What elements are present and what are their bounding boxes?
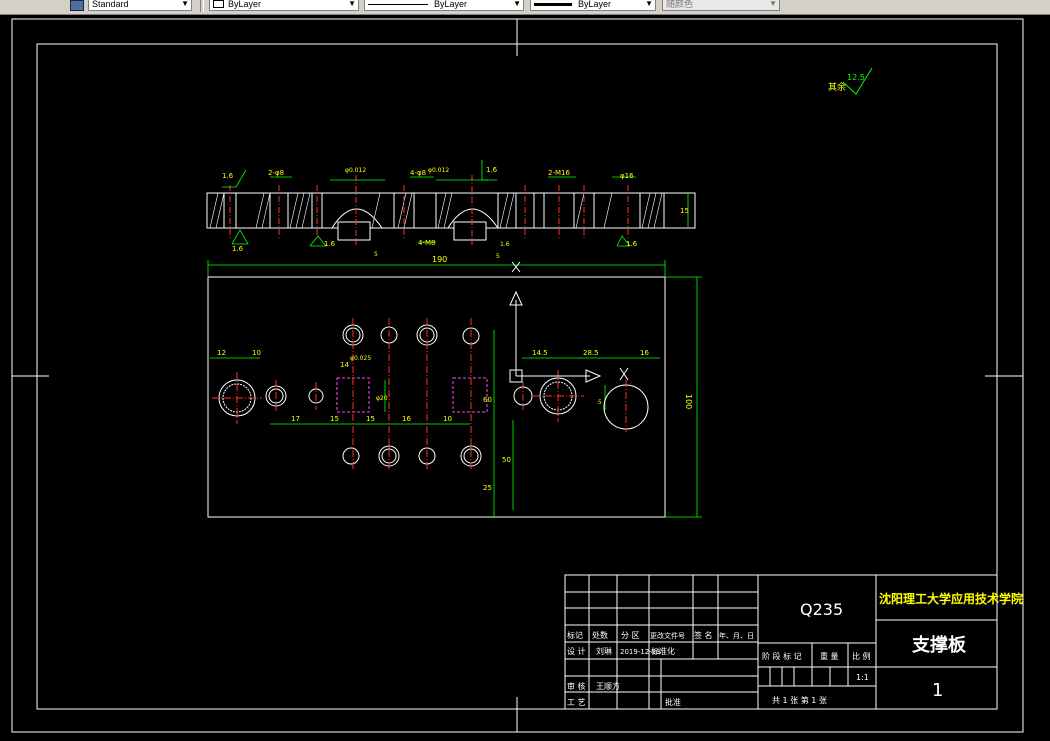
- lineweight-value: ByLayer: [578, 0, 612, 9]
- dim-15-b: 15: [366, 415, 375, 423]
- scale-value: 1:1: [856, 673, 869, 682]
- dim-60: 60: [483, 396, 492, 404]
- drawing-canvas[interactable]: 其余 12.5 1.6 2-φ8 φ0.012 4-φ8 φ0.012 1.6 …: [0, 15, 1050, 737]
- section-roughness-far-right: 1.6: [626, 240, 638, 248]
- approve-label: 批准: [665, 697, 681, 707]
- pocket-left: [337, 221, 371, 241]
- sheets-text: 共 1 张 第 1 张: [772, 695, 827, 705]
- pocket-right: [453, 221, 487, 241]
- section-label-2phi8: 2-φ8: [268, 169, 284, 177]
- toolbar-separator: [200, 0, 204, 12]
- section-roughness-top: 1.6: [486, 166, 498, 174]
- text-style-select[interactable]: Standard ▼: [88, 0, 192, 11]
- process-label: 工 艺: [567, 698, 586, 707]
- dim-10-left: 10: [252, 349, 261, 357]
- hole-bottom-1: [342, 447, 360, 465]
- roughness-rest-symbol: 其余 12.5: [828, 67, 873, 95]
- section-tolerance-left: φ0.012: [345, 167, 366, 174]
- color-select[interactable]: ByLayer ▼: [209, 0, 359, 11]
- design-label: 设 计: [567, 646, 586, 656]
- col-zone: 分 区: [621, 631, 640, 640]
- section-tolerance-right: φ0.012: [428, 167, 449, 174]
- weight-label: 重 量: [820, 651, 839, 661]
- text-style-icon[interactable]: [70, 0, 84, 11]
- text-style-value: Standard: [92, 0, 129, 9]
- ucs-icon: [509, 261, 629, 383]
- dim-10: 10: [443, 415, 452, 423]
- dim-phi20: φ20: [376, 395, 388, 402]
- section-centerlines: [229, 175, 629, 245]
- dim-tolerance: φ0.025: [350, 355, 371, 362]
- material-text: Q235: [800, 600, 843, 619]
- plan-view: 190 100 12 10 14 φ0.025 14.5 28.5 16 17 …: [207, 255, 702, 518]
- section-roughness-label: 1.6: [222, 172, 234, 180]
- section-depth-right: 5: [496, 253, 500, 260]
- linetype-select[interactable]: ByLayer ▼: [364, 0, 524, 11]
- stage-label: 阶 段 标 记: [762, 651, 802, 661]
- col-sign: 签 名: [694, 630, 713, 640]
- scale-label: 比 例: [852, 651, 871, 661]
- plan-outline: [207, 276, 666, 518]
- section-depth-left: 5: [374, 251, 378, 258]
- dim-14: 14: [340, 361, 349, 369]
- plot-style-value: 随颜色: [666, 0, 694, 9]
- standardize-label: 标准化: [651, 646, 675, 656]
- dim-14-5: 14.5: [532, 349, 548, 357]
- section-view: 1.6 2-φ8 φ0.012 4-φ8 φ0.012 1.6 2-M16 φ1…: [206, 160, 696, 260]
- section-label-phi16: φ16: [620, 172, 634, 180]
- section-roughness-mid: 1.6: [324, 240, 336, 248]
- plot-style-select[interactable]: 随颜色 ▼: [662, 0, 780, 11]
- chevron-down-icon: ▼: [645, 0, 653, 8]
- drawing-number: 1: [932, 680, 943, 701]
- color-value: ByLayer: [228, 0, 262, 9]
- chevron-down-icon: ▼: [513, 0, 521, 8]
- pocket-plan-right: [452, 377, 488, 413]
- section-roughness-bottom: 1.6: [232, 245, 244, 253]
- section-edges: [223, 193, 665, 228]
- dim-28-5: 28.5: [583, 349, 599, 357]
- dim-overall-height: 100: [684, 394, 693, 409]
- dim-50: 50: [502, 456, 511, 464]
- dim-5: 5: [598, 399, 602, 406]
- section-label-4phi8: 4-φ8: [410, 169, 426, 177]
- designer-name: 刘琳: [596, 646, 612, 656]
- dim-12: 12: [217, 349, 226, 357]
- reviewer-name: 王顺方: [596, 681, 620, 691]
- section-roughness-right: 1.6: [500, 241, 510, 248]
- dim-overall-width: 190: [432, 255, 447, 264]
- dim-15-a: 15: [330, 415, 339, 423]
- dim-16-right: 16: [640, 349, 649, 357]
- dim-16: 16: [402, 415, 411, 423]
- lineweight-sample-icon: [534, 3, 572, 7]
- section-label-4m8: 4-M8: [418, 239, 435, 247]
- section-label-2m16: 2-M16: [548, 169, 570, 177]
- cad-drawing[interactable]: 其余 12.5 1.6 2-φ8 φ0.012 4-φ8 φ0.012 1.6 …: [0, 15, 1050, 737]
- col-change-doc: 更改文件号: [650, 631, 685, 640]
- chevron-down-icon: ▼: [769, 0, 777, 8]
- chevron-down-icon: ▼: [181, 0, 189, 8]
- roughness-rest-value: 12.5: [847, 73, 865, 82]
- review-label: 审 核: [567, 681, 586, 691]
- col-date: 年、月、日: [719, 631, 754, 640]
- dim-17: 17: [291, 415, 300, 423]
- section-thickness-label: 15: [680, 207, 689, 215]
- col-count: 处数: [592, 630, 608, 640]
- linetype-sample-icon: [368, 4, 428, 6]
- lineweight-select[interactable]: ByLayer ▼: [530, 0, 656, 11]
- col-mark: 标记: [567, 630, 583, 640]
- chevron-down-icon: ▼: [348, 0, 356, 8]
- properties-toolbar: Standard ▼ ByLayer ▼ ByLayer ▼ ByLayer ▼ 随颜色…: [0, 0, 1050, 15]
- part-name: 支撑板: [911, 634, 967, 656]
- linetype-value: ByLayer: [434, 0, 468, 9]
- dim-25: 25: [483, 484, 492, 492]
- color-swatch-icon: [213, 0, 224, 8]
- school-name: 沈阳理工大学应用技术学院: [879, 591, 1023, 606]
